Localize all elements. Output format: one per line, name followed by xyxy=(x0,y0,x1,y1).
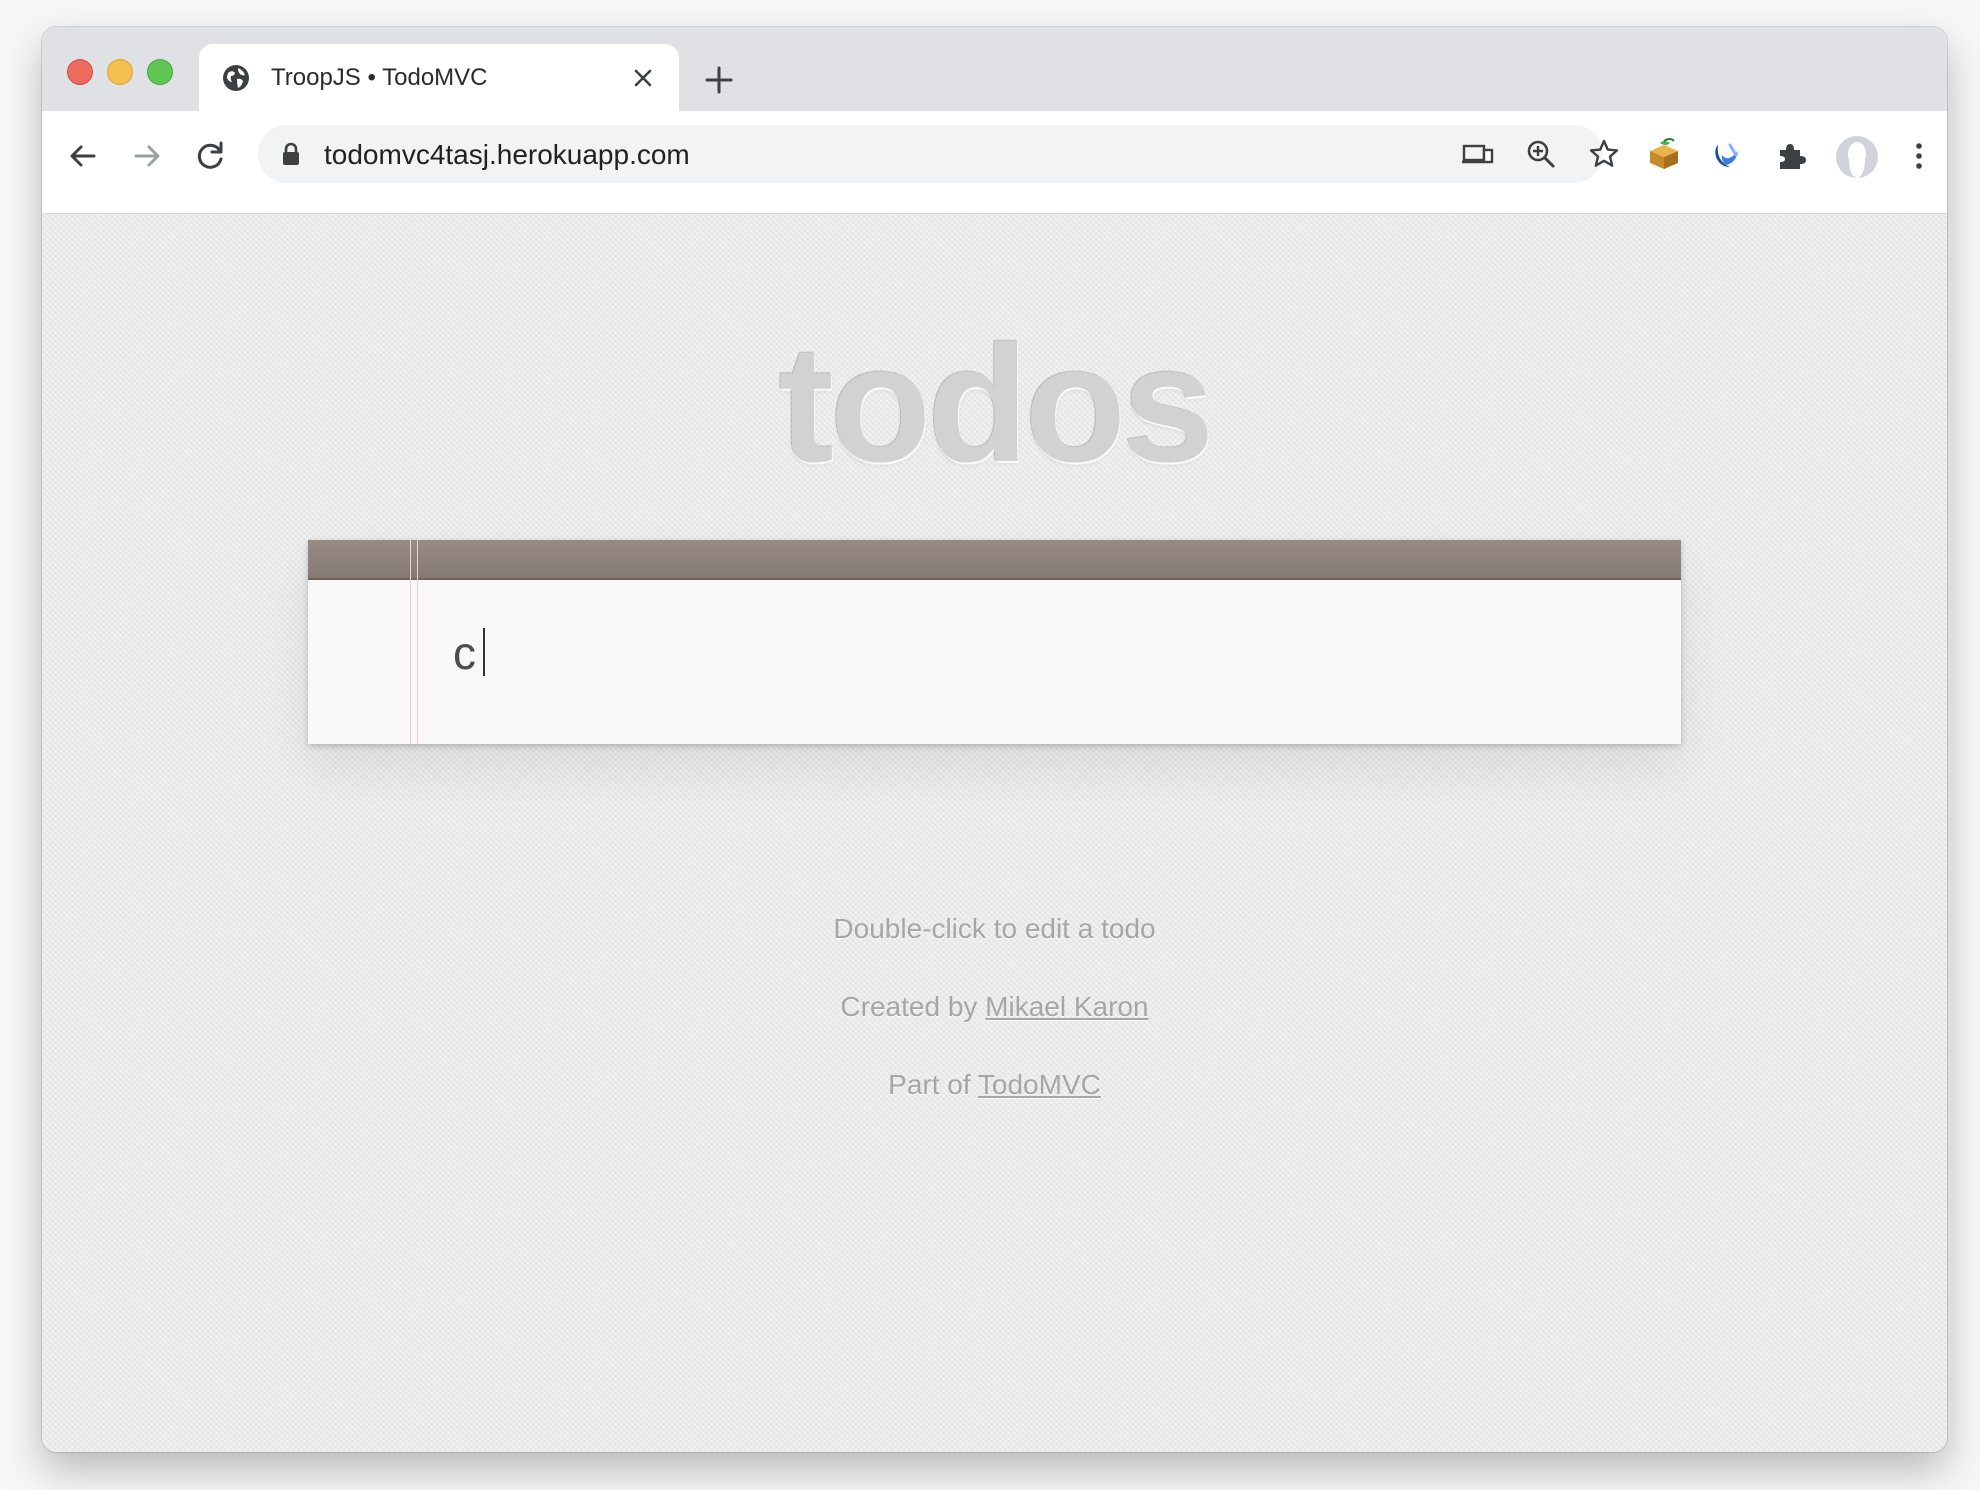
part-of-line: Part of TodoMVC xyxy=(42,1069,1947,1101)
new-tab-icon[interactable] xyxy=(702,63,736,97)
author-link[interactable]: Mikael Karon xyxy=(985,991,1148,1022)
person-icon xyxy=(1848,142,1866,178)
globe-icon xyxy=(223,65,249,91)
credits-prefix: Created by xyxy=(840,991,986,1022)
extension-crescent-icon[interactable] xyxy=(1710,137,1746,173)
browser-window: TroopJS • TodoMVC todomvc4tasj.herokuapp… xyxy=(42,27,1947,1452)
bookmark-star-icon[interactable] xyxy=(1587,137,1621,171)
zoom-window-button[interactable] xyxy=(147,59,173,85)
extension-box-icon[interactable] xyxy=(1646,137,1682,173)
lock-icon[interactable] xyxy=(278,140,304,168)
tab-title: TroopJS • TodoMVC xyxy=(271,64,488,91)
part-of-prefix: Part of xyxy=(888,1069,978,1100)
reload-icon[interactable] xyxy=(194,139,228,173)
browser-toolbar: todomvc4tasj.herokuapp.com xyxy=(42,111,1947,214)
credits-line: Created by Mikael Karon xyxy=(42,991,1947,1023)
close-tab-icon[interactable] xyxy=(629,64,657,92)
app-title: todos xyxy=(778,312,1215,497)
zoom-icon[interactable] xyxy=(1524,137,1558,171)
edit-hint: Double-click to edit a todo xyxy=(42,913,1947,945)
extensions-puzzle-icon[interactable] xyxy=(1774,139,1808,173)
page-content: todos Double-click to edit a todo Create… xyxy=(42,214,1947,1452)
notebook-margin-line xyxy=(410,540,418,744)
address-bar[interactable]: todomvc4tasj.herokuapp.com xyxy=(258,125,1619,183)
new-todo-input[interactable] xyxy=(453,618,1633,688)
text-caret xyxy=(483,628,485,676)
forward-icon[interactable] xyxy=(130,139,164,173)
panel-header-bar xyxy=(308,540,1681,580)
todomvc-link[interactable]: TodoMVC xyxy=(978,1069,1101,1100)
edit-hint-text: Double-click to edit a todo xyxy=(833,913,1156,944)
cast-devices-icon[interactable] xyxy=(1460,137,1494,171)
profile-avatar[interactable] xyxy=(1836,136,1878,178)
todo-app-panel xyxy=(308,540,1681,744)
back-icon[interactable] xyxy=(66,139,100,173)
minimize-window-button[interactable] xyxy=(107,59,133,85)
tab-active[interactable]: TroopJS • TodoMVC xyxy=(199,44,679,111)
menu-more-icon[interactable] xyxy=(1902,139,1936,173)
address-url[interactable]: todomvc4tasj.herokuapp.com xyxy=(324,139,690,171)
close-window-button[interactable] xyxy=(67,59,93,85)
tab-strip: TroopJS • TodoMVC xyxy=(42,27,1947,111)
